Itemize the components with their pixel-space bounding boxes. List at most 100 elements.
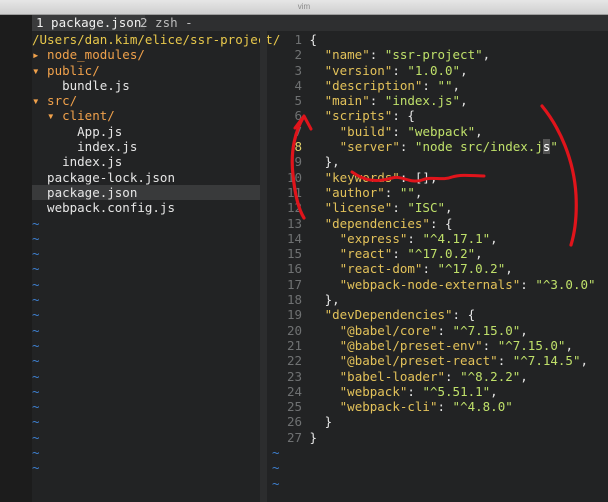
vertical-split-divider[interactable] [260, 31, 267, 502]
tree-folder-item[interactable]: ▾ public/ [32, 63, 264, 78]
code-line[interactable]: 11 "author": "", [268, 185, 608, 200]
json-string: "^5.51.1" [422, 383, 491, 399]
tree-folder-item[interactable]: ▾ client/ [32, 108, 264, 123]
code-line[interactable]: 18 }, [268, 292, 608, 307]
json-string: "index.js" [384, 93, 461, 109]
tree-root-path: /Users/dan.kim/elice/ssr-project/ [32, 32, 281, 47]
json-punctuation: , [520, 322, 528, 338]
tab-zsh[interactable]: 2 zsh - [136, 15, 197, 31]
json-key: "keywords" [324, 169, 400, 185]
json-key: "build" [339, 123, 393, 139]
code-line[interactable]: 8 "server": "node src/index.js" [268, 139, 608, 155]
code-line[interactable]: 20 "@babel/core": "^7.15.0", [268, 323, 608, 338]
code-text: "scripts": { [302, 108, 415, 123]
line-number: 7 [294, 123, 302, 139]
tree-file-item[interactable]: package.json [32, 184, 264, 201]
line-number: 19 [286, 307, 302, 323]
code-line[interactable]: 21 "@babel/preset-env": "^7.15.0", [268, 338, 608, 353]
window-titlebar: vim [0, 0, 608, 15]
tree-folder-item[interactable]: ▾ src/ [32, 93, 264, 108]
tree-file-item[interactable]: webpack.config.js [32, 200, 264, 215]
json-string: "^7.15.0" [497, 337, 566, 353]
tree-file-item[interactable]: App.js [32, 124, 264, 139]
json-key: "main" [324, 93, 370, 109]
json-string: "node src/index.j [414, 139, 543, 155]
json-punctuation: } [324, 414, 333, 430]
code-text: "@babel/preset-react": "^7.14.5", [302, 353, 588, 368]
code-text: "description": "", [302, 78, 461, 93]
json-key: "@babel/core" [339, 322, 438, 338]
code-line[interactable]: 14 "express": "^4.17.1", [268, 231, 608, 246]
json-punctuation: , [505, 261, 513, 277]
json-string: "^3.0.0" [535, 276, 596, 292]
code-line[interactable]: 24 "webpack": "^5.51.1", [268, 384, 608, 399]
code-line[interactable]: 16 "react-dom": "^17.0.2", [268, 261, 608, 276]
code-line[interactable]: 2 "name": "ssr-project", [268, 47, 608, 62]
code-line[interactable]: 23 "babel-loader": "^8.2.2", [268, 369, 608, 384]
code-text: "express": "^4.17.1", [302, 231, 498, 246]
code-line[interactable]: 22 "@babel/preset-react": "^7.14.5", [268, 353, 608, 368]
json-punctuation: : { [392, 108, 415, 124]
code-line[interactable]: 15 "react": "^17.0.2", [268, 246, 608, 261]
line-number: 3 [294, 62, 302, 78]
json-punctuation: , [414, 184, 423, 200]
line-number: 11 [286, 184, 302, 200]
json-key: "scripts" [324, 108, 393, 124]
code-line[interactable]: 3 "version": "1.0.0", [268, 63, 608, 78]
empty-line-marker: ~ [32, 383, 40, 399]
empty-line-marker: ~ [32, 230, 40, 246]
json-key: "author" [324, 184, 385, 200]
json-key: "name" [324, 47, 370, 63]
code-text: "webpack-cli": "^4.8.0" [302, 399, 513, 414]
json-punctuation: : [369, 93, 385, 109]
json-punctuation: : [], [399, 169, 438, 185]
tab-package-json[interactable]: 1 package.json [32, 15, 146, 31]
json-key: "react-dom" [339, 261, 423, 277]
empty-line-marker: ~ [32, 292, 40, 308]
json-punctuation: : [392, 123, 408, 139]
code-text: "main": "index.js", [302, 93, 468, 108]
line-number: 1 [294, 32, 302, 47]
code-text: "webpack-node-externals": "^3.0.0" [302, 277, 596, 292]
tree-file-item[interactable]: bundle.js [32, 78, 264, 93]
code-line[interactable]: 25 "webpack-cli": "^4.8.0" [268, 399, 608, 414]
json-punctuation: , [580, 353, 589, 369]
json-punctuation: : [407, 383, 423, 399]
code-line[interactable]: 13 "dependencies": { [268, 216, 608, 231]
code-text: "react-dom": "^17.0.2", [302, 261, 513, 276]
code-line[interactable]: 9 }, [268, 154, 608, 169]
code-line[interactable]: 1 { [268, 32, 608, 47]
tree-file-item[interactable]: package-lock.json [32, 170, 264, 185]
code-text: { [302, 32, 318, 47]
code-editor[interactable]: 1 {2 "name": "ssr-project", 3 "version": … [268, 32, 608, 502]
tree-folder-item[interactable]: ▸ node_modules/ [32, 47, 264, 62]
json-punctuation: , [565, 337, 573, 353]
terminal-window: 1 package.json 2 zsh - /Users/dan.kim/el… [32, 15, 608, 502]
json-punctuation: : [437, 322, 453, 338]
code-line[interactable]: 19 "devDependencies": { [268, 307, 608, 322]
code-line[interactable]: 17 "webpack-node-externals": "^3.0.0" [268, 277, 608, 292]
empty-line-marker: ~ [32, 322, 40, 338]
tree-file-item[interactable]: index.js [32, 154, 264, 169]
code-text: "version": "1.0.0", [302, 63, 468, 78]
code-line[interactable]: 27 } [268, 430, 608, 445]
code-text: "@babel/core": "^7.15.0", [302, 323, 528, 338]
code-line[interactable]: 26 } [268, 414, 608, 429]
line-number: 9 [294, 154, 302, 170]
code-text: "devDependencies": { [302, 307, 476, 322]
json-string: "webpack" [407, 123, 476, 139]
code-line[interactable]: 4 "description": "", [268, 78, 608, 93]
json-punctuation: , [520, 368, 528, 384]
line-number: 12 [286, 200, 302, 216]
line-number: 4 [294, 77, 302, 93]
json-key: "@babel/preset-env" [339, 337, 483, 353]
tree-file-item[interactable]: index.js [32, 139, 264, 154]
code-line[interactable]: 6 "scripts": { [268, 108, 608, 123]
empty-line-marker: ~ [32, 337, 40, 353]
code-line[interactable]: 12 "license": "ISC", [268, 200, 608, 215]
window-title: vim [297, 2, 311, 11]
code-line[interactable]: 10 "keywords": [], [268, 170, 608, 185]
code-line[interactable]: 7 "build": "webpack", [268, 124, 608, 139]
line-number: 18 [286, 292, 302, 308]
code-line[interactable]: 5 "main": "index.js", [268, 93, 608, 108]
